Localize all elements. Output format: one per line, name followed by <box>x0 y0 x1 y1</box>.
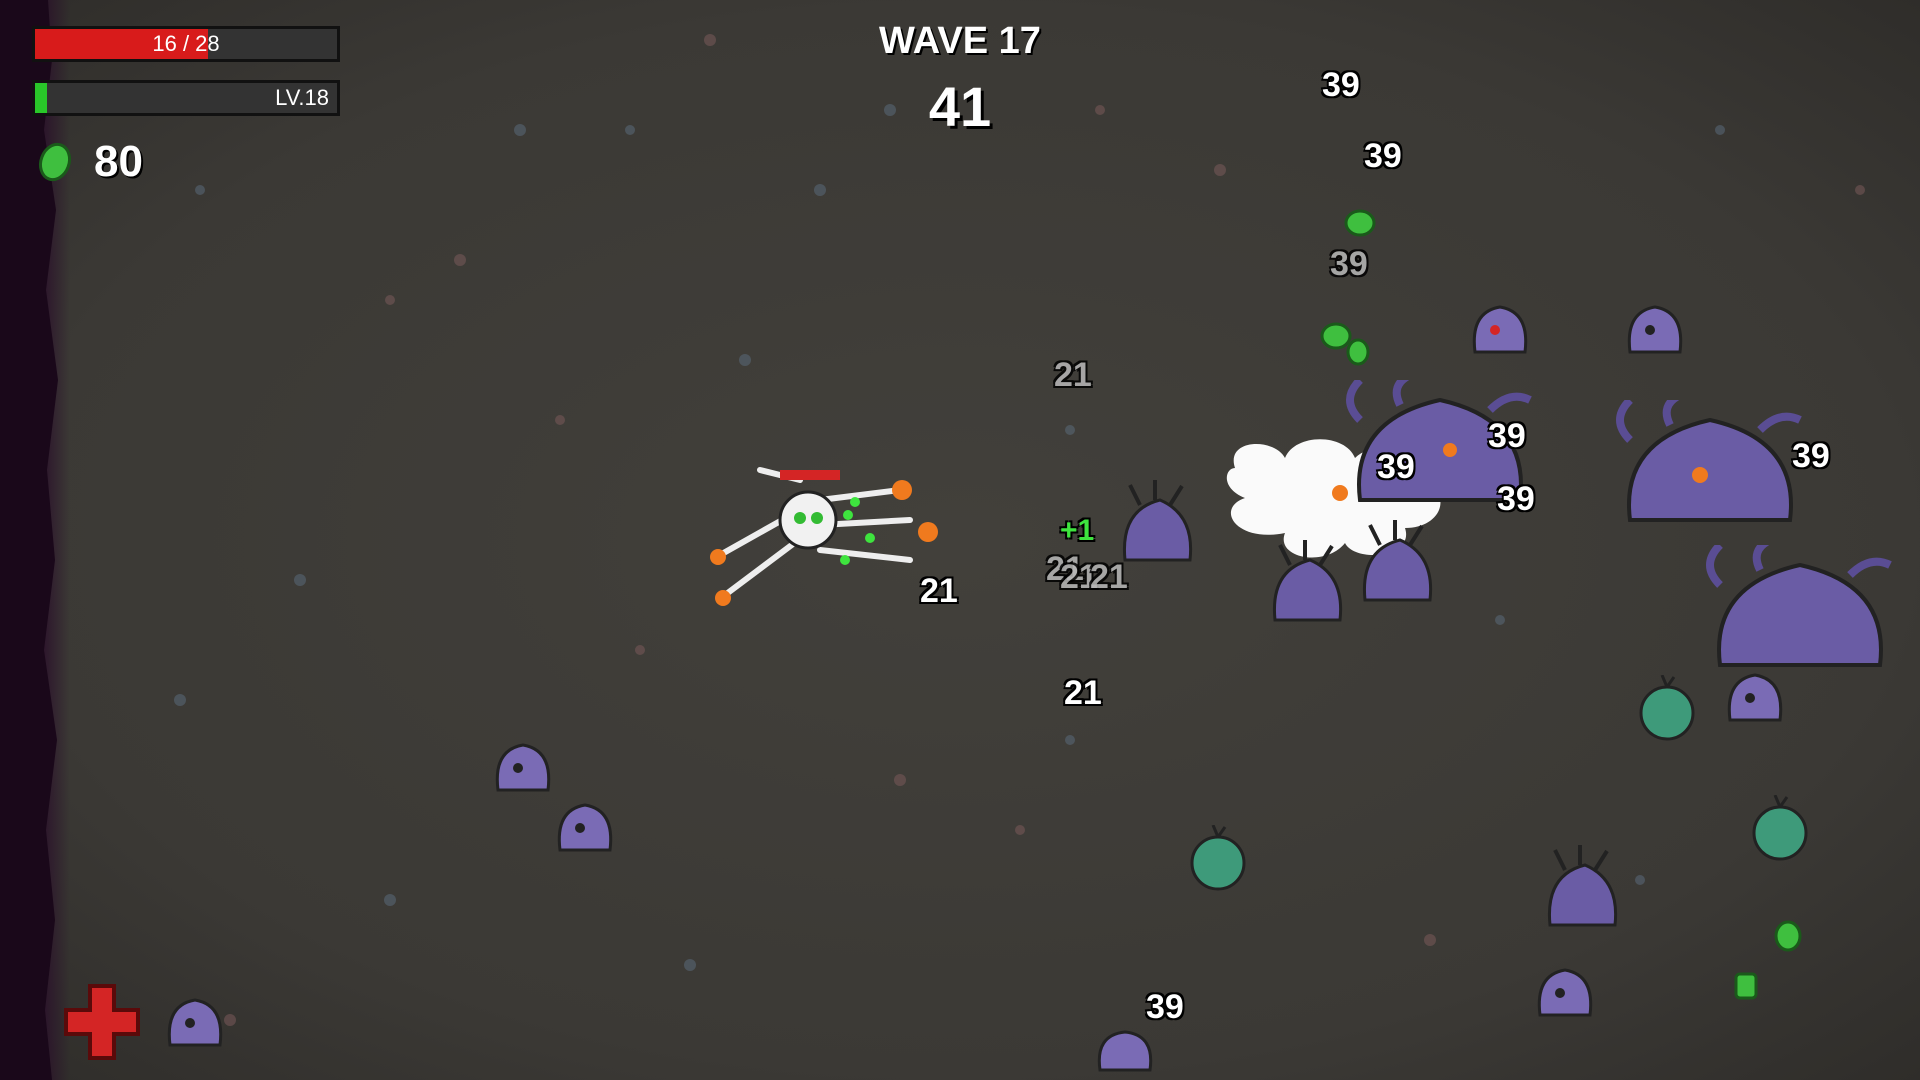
player-character <box>710 467 938 606</box>
spiky-alien-enemy <box>1122 480 1193 562</box>
damage-number: 39 <box>1322 66 1360 104</box>
alien-enemy <box>495 743 551 792</box>
materials-count: 80 <box>94 137 143 186</box>
damage-number: 39 <box>1146 988 1184 1026</box>
damage-number: 21 <box>1054 356 1092 394</box>
damage-number: 21 <box>920 572 958 610</box>
large-tentacle-alien-enemy <box>1706 545 1892 667</box>
damage-number: 39 <box>1488 417 1526 455</box>
spiky-alien-enemy <box>1547 845 1618 927</box>
heal-number: +1 <box>1060 514 1095 547</box>
wave-timer: 41 <box>928 75 992 138</box>
large-tentacle-alien-enemy <box>1616 400 1802 522</box>
alien-enemy <box>557 803 613 852</box>
alien-enemy <box>1537 968 1593 1017</box>
material-icon <box>38 142 72 182</box>
spiky-alien-enemy <box>1362 520 1433 602</box>
green-blob-enemy <box>1639 675 1695 741</box>
damage-number: 39 <box>1497 480 1535 518</box>
material-drop <box>1344 209 1376 237</box>
material-drop <box>1774 920 1802 952</box>
damage-number: 39 <box>1364 137 1402 175</box>
damage-number: 39 <box>1792 437 1830 475</box>
damage-number: 39 <box>1330 245 1368 283</box>
materials-counter: 80 <box>36 136 143 188</box>
material-drop <box>1320 322 1370 366</box>
material-drop <box>1734 972 1758 1000</box>
damage-number: 21 <box>1064 674 1102 712</box>
alien-enemy <box>1097 1030 1153 1072</box>
game-arena <box>0 0 1920 1080</box>
ground-decor <box>174 34 1865 1026</box>
wave-title: WAVE 17 <box>879 20 1041 62</box>
damage-number: 21 <box>1090 558 1128 596</box>
green-blob-enemy <box>1752 795 1808 861</box>
alien-enemy <box>167 998 223 1047</box>
damage-number: 39 <box>1377 448 1415 486</box>
green-blob-enemy <box>1190 825 1246 891</box>
alien-enemy <box>1472 305 1528 354</box>
health-cross-pickup <box>64 984 140 1060</box>
alien-enemy <box>1627 305 1683 354</box>
spiky-alien-enemy <box>1272 540 1343 622</box>
